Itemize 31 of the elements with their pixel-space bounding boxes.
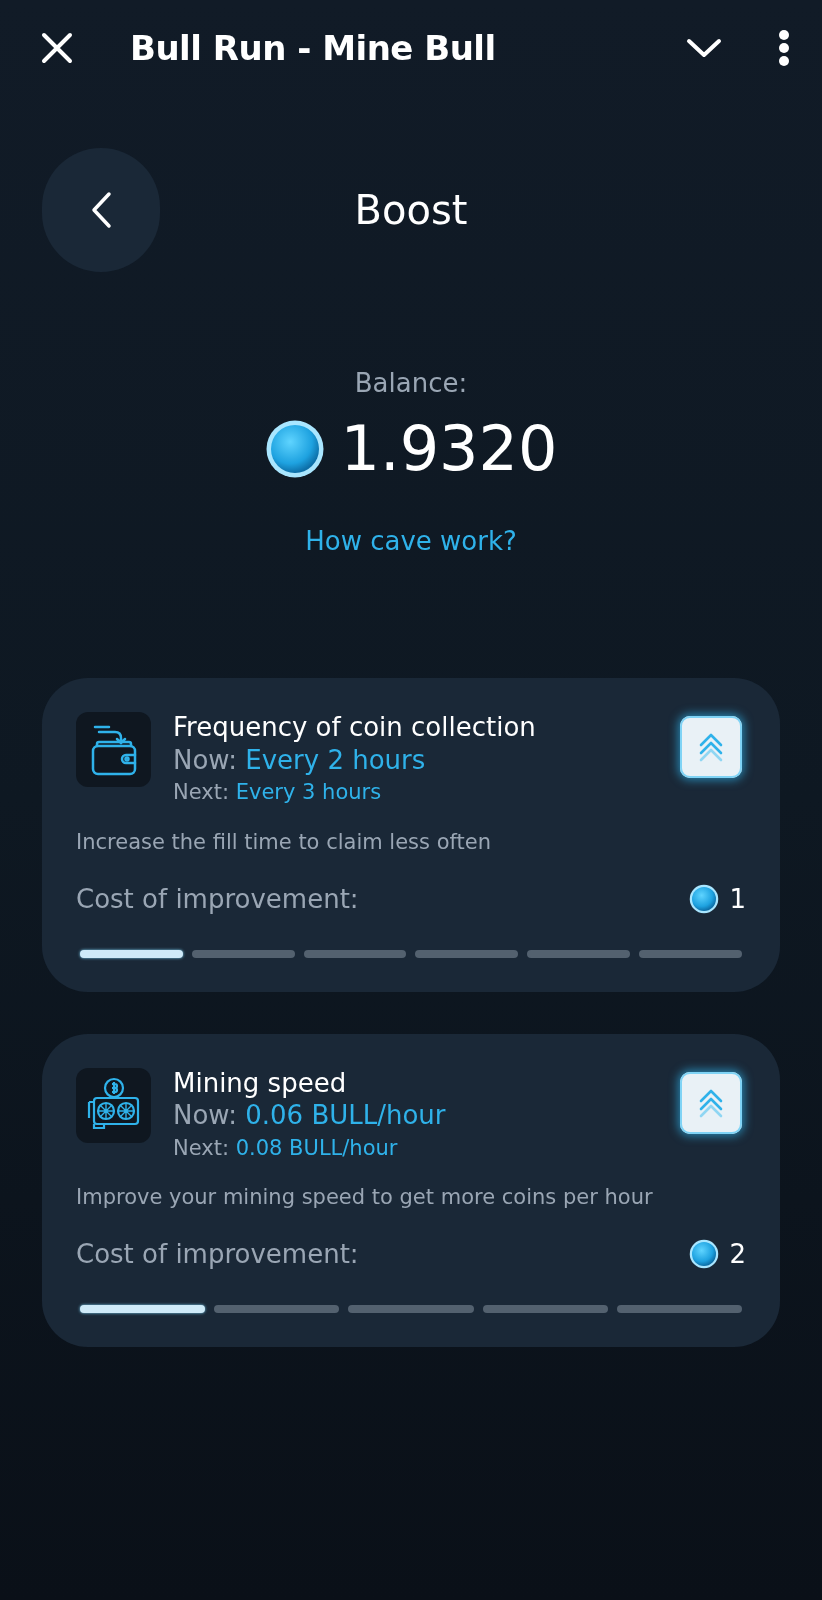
upgrade-button[interactable] (680, 716, 742, 779)
boost-title: Mining speed (173, 1067, 348, 1099)
chevron-left-icon (90, 191, 112, 229)
upgrade-button[interactable] (680, 1071, 742, 1134)
more-button[interactable] (778, 29, 790, 67)
help-link[interactable]: How cave work? (305, 526, 517, 557)
boost-description: Increase the fill time to claim less often (76, 829, 492, 854)
collapse-button[interactable] (686, 37, 722, 59)
chevron-down-icon (686, 37, 722, 59)
current-value: Now: 0.06 BULL/hour (173, 1099, 447, 1132)
boost-description: Improve your mining speed to get more coins per hour (76, 1185, 654, 1210)
close-icon (40, 31, 74, 65)
page-title: Boost (353, 187, 469, 233)
coin-icon (689, 1239, 720, 1270)
balance-amount: 1.9320 (340, 412, 558, 487)
double-chevron-up-icon (698, 732, 724, 763)
cost-value: 1 (729, 883, 746, 914)
double-chevron-up-icon (698, 1087, 724, 1118)
cost-value: 2 (729, 1239, 746, 1270)
balance-label: Balance: (354, 368, 468, 398)
cost-label: Cost of improvement: (76, 1239, 360, 1270)
next-value: Next: 0.08 BULL/hour (173, 1134, 399, 1162)
current-value: Now: Every 2 hours (173, 743, 427, 777)
window-title: Bull Run - Mine Bull (130, 28, 497, 68)
boost-title: Frequency of coin collection (173, 712, 537, 744)
close-button[interactable] (40, 31, 74, 65)
next-value: Next: Every 3 hours (173, 779, 383, 807)
cost-label: Cost of improvement: (76, 883, 360, 914)
more-icon (778, 29, 790, 67)
coin-icon (689, 883, 720, 914)
coin-icon (264, 419, 325, 480)
